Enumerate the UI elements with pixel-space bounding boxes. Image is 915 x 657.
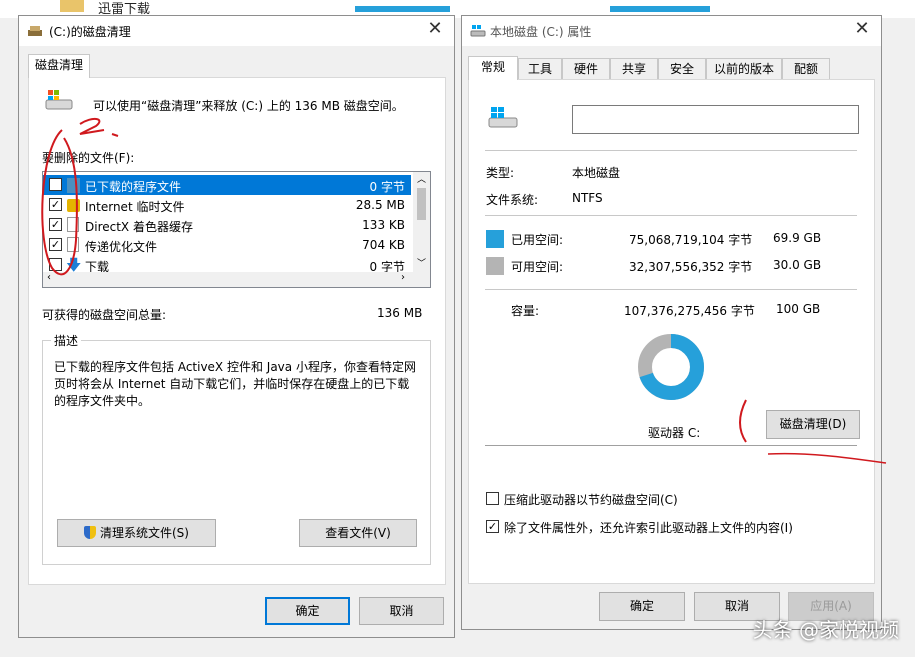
divider — [485, 215, 857, 216]
cancel-button[interactable]: 取消 — [359, 597, 444, 625]
window-title: (C:)的磁盘清理 — [49, 25, 131, 39]
ok-button[interactable]: 确定 — [265, 597, 350, 625]
total-label: 可获得的磁盘空间总量: — [42, 308, 167, 322]
tab-tools[interactable]: 工具 — [518, 58, 562, 80]
item-size: 133 KB — [362, 218, 405, 232]
tab-sharing[interactable]: 共享 — [610, 58, 658, 80]
item-size: 704 KB — [362, 238, 405, 252]
ok-button[interactable]: 确定 — [599, 592, 685, 621]
type-label: 类型: — [486, 166, 515, 180]
item-name: 已下载的程序文件 — [85, 180, 182, 194]
item-size: 0 字节 — [369, 180, 405, 194]
close-icon: ✕ — [854, 18, 870, 39]
list-item[interactable]: ✓ 已下载的程序文件 0 字节 — [43, 175, 411, 195]
horizontal-scrollbar[interactable]: ‹ › — [43, 272, 430, 287]
compress-label: 压缩此驱动器以节约磁盘空间(C) — [504, 493, 678, 507]
file-icon — [67, 237, 79, 252]
lock-icon — [67, 199, 80, 212]
drive-icon — [45, 90, 73, 110]
filesystem-value: NTFS — [572, 191, 603, 205]
used-bytes: 75,068,719,104 字节 — [629, 233, 753, 247]
drive-icon — [488, 107, 518, 128]
free-space-swatch — [486, 257, 504, 275]
free-label: 可用空间: — [511, 260, 564, 274]
tab-quota[interactable]: 配额 — [782, 58, 830, 80]
filesystem-label: 文件系统: — [486, 193, 539, 207]
file-icon — [67, 217, 79, 232]
disk-cleanup-window: (C:)的磁盘清理 ✕ 磁盘清理 可以使用“磁盘清理”来释放 (C:) 上的 1… — [18, 15, 455, 638]
background-progress-bar — [610, 6, 710, 12]
close-icon: ✕ — [427, 18, 443, 39]
tab-hardware[interactable]: 硬件 — [562, 58, 610, 80]
drive-label: 驱动器 C: — [648, 426, 701, 440]
tab-general[interactable]: 常规 — [468, 56, 518, 80]
vertical-scrollbar[interactable]: ︿ ﹀ — [413, 172, 430, 272]
drive-name-input[interactable] — [572, 105, 859, 134]
list-item[interactable]: ✓ 传递优化文件 704 KB — [43, 235, 411, 255]
description-line: 已下载的程序文件包括 ActiveX 控件和 Java 小程序，你查看特定网 — [54, 360, 416, 374]
scroll-up-icon[interactable]: ︿ — [417, 172, 426, 185]
files-label: 要删除的文件(F): — [42, 151, 135, 165]
description-group-title: 描述 — [51, 332, 82, 349]
intro-text: 可以使用“磁盘清理”来释放 (C:) 上的 136 MB 磁盘空间。 — [93, 99, 404, 113]
usage-donut-chart — [638, 334, 704, 400]
compress-checkbox[interactable] — [486, 492, 499, 505]
index-checkbox[interactable]: ✓ — [486, 520, 499, 533]
folder-icon — [60, 0, 84, 12]
watermark: 头条 @家悦视频 — [752, 618, 899, 642]
type-value: 本地磁盘 — [572, 166, 621, 180]
capacity-label: 容量: — [511, 304, 540, 318]
used-space-swatch — [486, 230, 504, 248]
drive-icon — [470, 25, 486, 37]
tab-disk-cleanup[interactable]: 磁盘清理 — [28, 54, 90, 78]
close-button[interactable]: ✕ — [422, 18, 448, 42]
free-gb: 30.0 GB — [773, 258, 822, 272]
description-line: 的程序文件夹中。 — [54, 394, 151, 408]
tab-panel: 可以使用“磁盘清理”来释放 (C:) 上的 136 MB 磁盘空间。 要删除的文… — [28, 77, 446, 585]
divider — [485, 445, 857, 446]
list-item[interactable]: ✓ Internet 临时文件 28.5 MB — [43, 195, 411, 215]
disk-cleanup-icon — [28, 26, 42, 36]
scrollbar-thumb[interactable] — [417, 188, 426, 220]
capacity-gb: 100 GB — [776, 302, 821, 316]
item-size: 28.5 MB — [355, 198, 405, 212]
item-checkbox[interactable]: ✓ — [49, 198, 62, 211]
index-label: 除了文件属性外，还允许索引此驱动器上文件的内容(I) — [504, 521, 793, 535]
scroll-left-icon[interactable]: ‹ — [47, 272, 51, 283]
total-value: 136 MB — [377, 306, 423, 320]
background-progress-bar — [355, 6, 450, 12]
program-files-icon — [67, 178, 80, 193]
scroll-down-icon[interactable]: ﹀ — [417, 256, 426, 269]
free-bytes: 32,307,556,352 字节 — [629, 260, 753, 274]
divider — [485, 150, 857, 151]
drive-properties-window: 本地磁盘 (C:) 属性 ✕ 常规 工具 硬件 共享 安全 以前的版本 配额 类… — [461, 15, 882, 630]
tab-panel: 类型: 本地磁盘 文件系统: NTFS 已用空间: 75,068,719,104… — [468, 79, 875, 584]
used-gb: 69.9 GB — [773, 231, 822, 245]
list-item[interactable]: ✓ DirectX 着色器缓存 133 KB — [43, 215, 411, 235]
titlebar: (C:)的磁盘清理 ✕ — [19, 16, 454, 46]
tab-previous-versions[interactable]: 以前的版本 — [706, 58, 782, 80]
shield-icon — [84, 526, 96, 539]
item-checkbox[interactable] — [49, 258, 62, 271]
titlebar: 本地磁盘 (C:) 属性 ✕ — [462, 16, 881, 46]
view-files-button[interactable]: 查看文件(V) — [299, 519, 417, 547]
item-name: DirectX 着色器缓存 — [85, 220, 193, 234]
capacity-bytes: 107,376,275,456 字节 — [624, 304, 755, 318]
window-title: 本地磁盘 (C:) 属性 — [490, 25, 592, 39]
divider — [485, 289, 857, 290]
close-button[interactable]: ✕ — [849, 18, 875, 42]
clean-system-files-button[interactable]: 清理系统文件(S) — [57, 519, 216, 547]
files-list[interactable]: ✓ 已下载的程序文件 0 字节 ✓ Internet 临时文件 28.5 MB … — [42, 171, 431, 288]
disk-cleanup-button[interactable]: 磁盘清理(D) — [766, 410, 860, 439]
tab-security[interactable]: 安全 — [658, 58, 706, 80]
item-name: Internet 临时文件 — [85, 200, 185, 214]
description-line: 页时将会从 Internet 自动下载它们，并临时保存在硬盘上的已下载 — [54, 377, 410, 391]
used-label: 已用空间: — [511, 233, 564, 247]
item-checkbox[interactable]: ✓ — [49, 178, 62, 191]
item-checkbox[interactable]: ✓ — [49, 218, 62, 231]
item-checkbox[interactable]: ✓ — [49, 238, 62, 251]
scroll-right-icon[interactable]: › — [401, 272, 405, 283]
item-name: 传递优化文件 — [85, 240, 158, 254]
